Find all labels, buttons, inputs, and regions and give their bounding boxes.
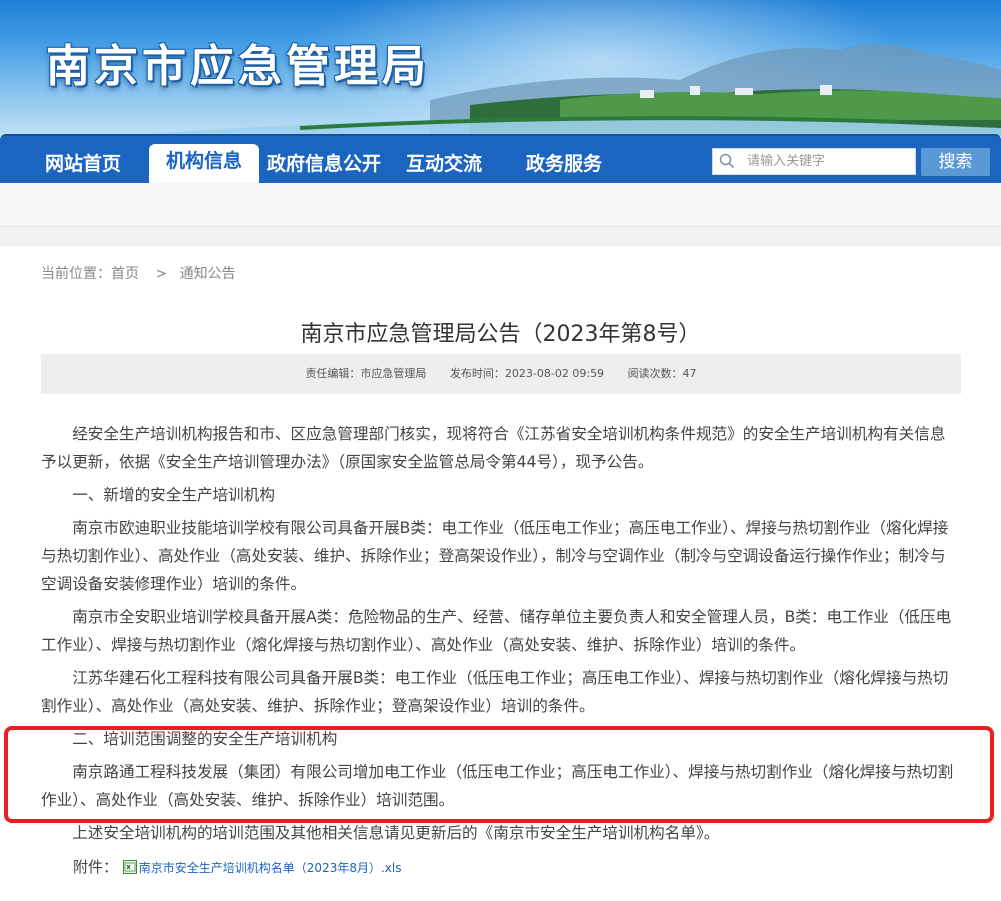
search-icon — [719, 153, 735, 169]
section-heading-adjusted: 二、培训范围调整的安全生产培训机构 — [72, 730, 338, 748]
paragraph-intro: 经安全生产培训机构报告和市、区应急管理部门核实，现将符合《江苏省安全培训机构条件… — [41, 425, 946, 471]
article-meta: 责任编辑：市应急管理局 发布时间：2023-08-02 09:59 阅读次数：4… — [41, 354, 961, 394]
paragraph-institution: 南京路通工程科技发展（集团）有限公司增加电工作业（低压电工作业；高压电工作业）、… — [41, 763, 954, 809]
meta-editor: 责任编辑：市应急管理局 — [305, 367, 427, 380]
nav-item-gov-info-disclosure[interactable]: 政府信息公开 — [264, 138, 384, 185]
attachment-file-link[interactable]: 南京市安全生产培训机构名单（2023年8月）.xls — [139, 861, 402, 875]
search-input[interactable] — [747, 149, 912, 174]
breadcrumb-current-link[interactable]: 通知公告 — [180, 266, 236, 282]
nav-item-interaction[interactable]: 互动交流 — [396, 138, 492, 185]
paragraph-institution: 南京市全安职业培训学校具备开展A类：危险物品的生产、经营、储存单位主要负责人和安… — [41, 608, 952, 654]
main-nav: 网站首页 机构信息 政府信息公开 互动交流 政务服务 搜索 — [0, 134, 1001, 185]
search-box — [712, 148, 916, 175]
article-body: 经安全生产培训机构报告和市、区应急管理部门核实，现将符合《江苏省安全培训机构条件… — [41, 420, 961, 852]
section-heading-new: 一、新增的安全生产培训机构 — [72, 486, 275, 504]
nav-item-home[interactable]: 网站首页 — [30, 138, 136, 185]
paragraph-closing: 上述安全培训机构的培训范围及其他相关信息请见更新后的《南京市安全生产培训机构名单… — [72, 824, 720, 842]
article-title: 南京市应急管理局公告（2023年第8号） — [300, 322, 701, 347]
search-button[interactable]: 搜索 — [921, 148, 990, 176]
sub-nav-bar — [0, 183, 1001, 227]
article-container: 当前位置：首页 > 通知公告 南京市应急管理局公告（2023年第8号） 责任编辑… — [0, 246, 1001, 901]
attachment: 附件： 南京市安全生产培训机构名单（2023年8月）.xls — [73, 856, 401, 877]
excel-file-icon — [122, 860, 137, 874]
breadcrumb-prefix: 当前位置： — [41, 266, 111, 282]
meta-view-count: 阅读次数：47 — [627, 367, 697, 380]
meta-publish-time: 发布时间：2023-08-02 09:59 — [449, 367, 605, 380]
nav-item-gov-services[interactable]: 政务服务 — [516, 138, 612, 185]
paragraph-institution: 南京市欧迪职业技能培训学校有限公司具备开展B类：电工作业（低压电工作业；高压电工… — [41, 519, 949, 593]
nav-item-institution-info[interactable]: 机构信息 — [149, 144, 259, 185]
paragraph-institution: 江苏华建石化工程科技有限公司具备开展B类：电工作业（低压电工作业；高压电工作业）… — [41, 669, 949, 715]
site-banner: 南京市应急管理局 — [0, 0, 1001, 136]
breadcrumb: 当前位置：首页 > 通知公告 — [41, 263, 240, 283]
breadcrumb-home-link[interactable]: 首页 — [111, 266, 139, 282]
breadcrumb-separator-icon: > — [155, 266, 168, 282]
site-title[interactable]: 南京市应急管理局 — [46, 30, 430, 94]
attachment-label: 附件： — [73, 858, 119, 876]
